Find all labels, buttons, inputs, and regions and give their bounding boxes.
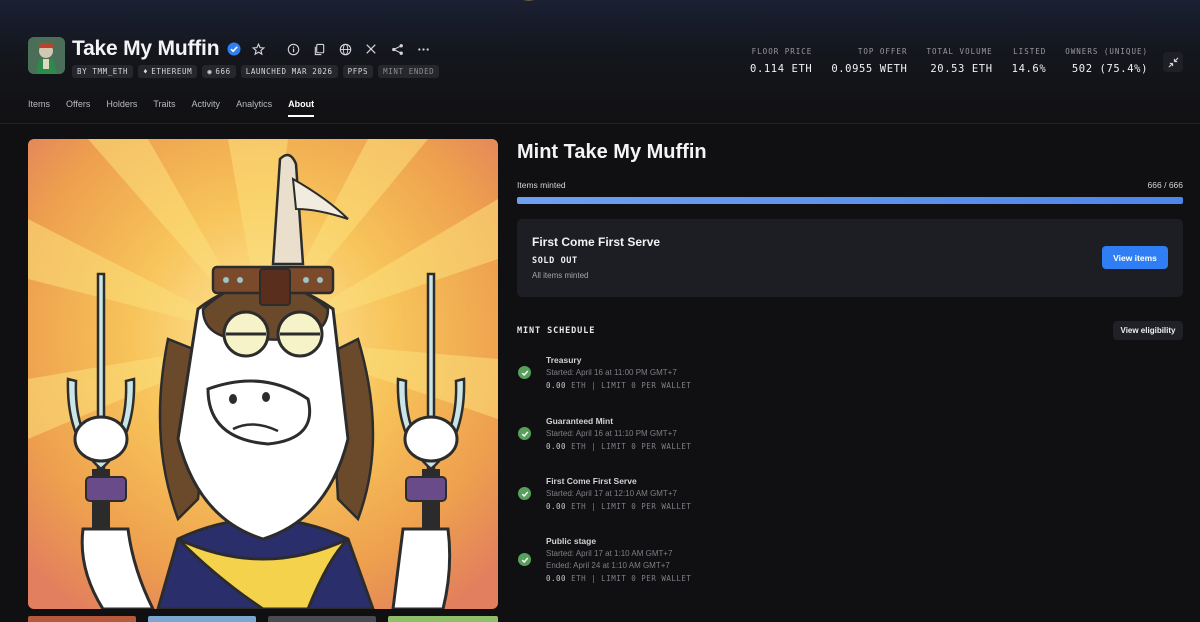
- items-icon: ◉: [207, 67, 213, 76]
- collection-badges: BY TMM_ETH ♦ ETHEREUM ◉ 666 LAUNCHED MAR…: [72, 65, 440, 78]
- check-icon: [518, 487, 531, 500]
- collection-avatar: [28, 37, 65, 74]
- stat-label: OWNERS (UNIQUE): [1065, 47, 1148, 56]
- star-icon[interactable]: [249, 40, 267, 58]
- sold-out-status: SOLD OUT: [532, 256, 578, 266]
- stat-value: 14.6%: [1011, 63, 1047, 75]
- stat-label: TOTAL VOLUME: [926, 47, 993, 56]
- stage-price: 0.00: [546, 442, 567, 451]
- collection-stats: FLOOR PRICE 0.114 ETH TOP OFFER 0.0955 W…: [731, 47, 1148, 75]
- mint-status-badge: MINT ENDED: [378, 65, 440, 78]
- stage-price: 0.00: [546, 381, 567, 390]
- banner-artwork: [523, 0, 534, 1]
- stage-start-time: Started: April 16 at 11:00 PM GMT+7: [546, 368, 677, 377]
- chain-badge-label: ETHEREUM: [151, 67, 193, 76]
- tab-holders[interactable]: Holders: [106, 99, 137, 114]
- collection-title: Take My Muffin: [72, 37, 220, 60]
- items-count-label: 666: [215, 67, 231, 76]
- ethereum-icon: ♦: [143, 67, 149, 76]
- stage-price-limit: 0.00 ETH | LIMIT 0 PER WALLET: [546, 502, 691, 511]
- launched-badge: LAUNCHED MAR 2026: [240, 65, 338, 78]
- mint-progress-bar: [517, 197, 1183, 204]
- stat-value: 0.0955 WETH: [831, 63, 908, 75]
- items-minted-label: Items minted: [517, 180, 566, 190]
- stage-price-limit: 0.00 ETH | LIMIT 0 PER WALLET: [546, 381, 691, 390]
- check-icon: [518, 427, 531, 440]
- x-icon[interactable]: [361, 39, 381, 59]
- tab-offers[interactable]: Offers: [66, 99, 90, 114]
- collapse-arrows-icon: [1168, 57, 1178, 67]
- mint-progress-fill: [517, 197, 1183, 204]
- stage-name: Guaranteed Mint: [546, 416, 614, 426]
- stage-start-time: Started: April 17 at 1:10 AM GMT+7: [546, 549, 673, 558]
- stat-value: 502 (75.4%): [1071, 63, 1148, 75]
- chain-badge: ♦ ETHEREUM: [138, 65, 198, 78]
- stage-price-limit: 0.00 ETH | LIMIT 0 PER WALLET: [546, 442, 691, 451]
- stat-total-volume: TOTAL VOLUME 20.53 ETH: [907, 47, 992, 75]
- share-icon[interactable]: [387, 39, 407, 59]
- items-count-badge: ◉ 666: [202, 65, 236, 78]
- stat-value: 20.53 ETH: [930, 63, 993, 75]
- creator-badge[interactable]: BY TMM_ETH: [72, 65, 134, 78]
- view-items-button[interactable]: View items: [1102, 246, 1168, 269]
- stat-top-offer: TOP OFFER 0.0955 WETH: [812, 47, 907, 75]
- more-icon[interactable]: [413, 39, 433, 59]
- collection-tabs: Items Offers Holders Traits Activity Ana…: [28, 99, 330, 117]
- stage-name: Treasury: [546, 355, 582, 365]
- stage-end-time: Ended: April 24 at 1:10 AM GMT+7: [546, 561, 670, 570]
- stage-start-time: Started: April 16 at 11:10 PM GMT+7: [546, 429, 677, 438]
- tab-about[interactable]: About: [288, 99, 315, 117]
- collection-banner: Take My Muffin BY TMM_ETH ♦ ETHEREUM ◉ 6…: [0, 0, 1200, 124]
- stage-limit: ETH | LIMIT 0 PER WALLET: [571, 502, 692, 511]
- tab-analytics[interactable]: Analytics: [236, 99, 272, 114]
- active-stage-title: First Come First Serve: [532, 235, 661, 249]
- items-minted-row: Items minted 666 / 666: [517, 180, 1183, 190]
- stat-label: LISTED: [1013, 47, 1047, 56]
- stage-start-time: Started: April 17 at 12:10 AM GMT+7: [546, 489, 677, 498]
- tab-items[interactable]: Items: [28, 99, 50, 114]
- stat-label: TOP OFFER: [857, 47, 908, 56]
- check-icon: [518, 553, 531, 566]
- stage-limit: ETH | LIMIT 0 PER WALLET: [571, 574, 692, 583]
- mint-schedule-heading: MINT SCHEDULE: [517, 326, 596, 336]
- active-stage-subtitle: All items minted: [532, 271, 589, 280]
- check-icon: [518, 366, 531, 379]
- globe-icon[interactable]: [335, 39, 355, 59]
- category-badge: PFPS: [342, 65, 374, 78]
- stat-floor-price: FLOOR PRICE 0.114 ETH: [731, 47, 812, 75]
- stat-value: 0.114 ETH: [750, 63, 813, 75]
- collection-artwork[interactable]: [28, 139, 498, 609]
- items-minted-count: 666 / 666: [1147, 180, 1183, 190]
- verified-badge-icon: [225, 40, 243, 58]
- artwork-thumbnails: [28, 616, 498, 622]
- info-icon[interactable]: [283, 39, 303, 59]
- stage-limit: ETH | LIMIT 0 PER WALLET: [571, 442, 692, 451]
- stage-name: Public stage: [546, 536, 597, 546]
- mint-title: Mint Take My Muffin: [517, 141, 707, 163]
- stat-label: FLOOR PRICE: [751, 47, 813, 56]
- stage-name: First Come First Serve: [546, 476, 637, 486]
- stage-limit: ETH | LIMIT 0 PER WALLET: [571, 381, 692, 390]
- stat-listed: LISTED 14.6%: [993, 47, 1047, 75]
- stat-owners: OWNERS (UNIQUE) 502 (75.4%): [1046, 47, 1148, 75]
- view-eligibility-button[interactable]: View eligibility: [1113, 321, 1183, 340]
- tab-activity[interactable]: Activity: [192, 99, 221, 114]
- stage-price: 0.00: [546, 574, 567, 583]
- stage-price: 0.00: [546, 502, 567, 511]
- active-stage-card: First Come First Serve SOLD OUT All item…: [517, 219, 1183, 297]
- copy-icon[interactable]: [309, 39, 329, 59]
- tab-traits[interactable]: Traits: [153, 99, 175, 114]
- stage-price-limit: 0.00 ETH | LIMIT 0 PER WALLET: [546, 574, 691, 583]
- expand-button[interactable]: [1163, 52, 1183, 72]
